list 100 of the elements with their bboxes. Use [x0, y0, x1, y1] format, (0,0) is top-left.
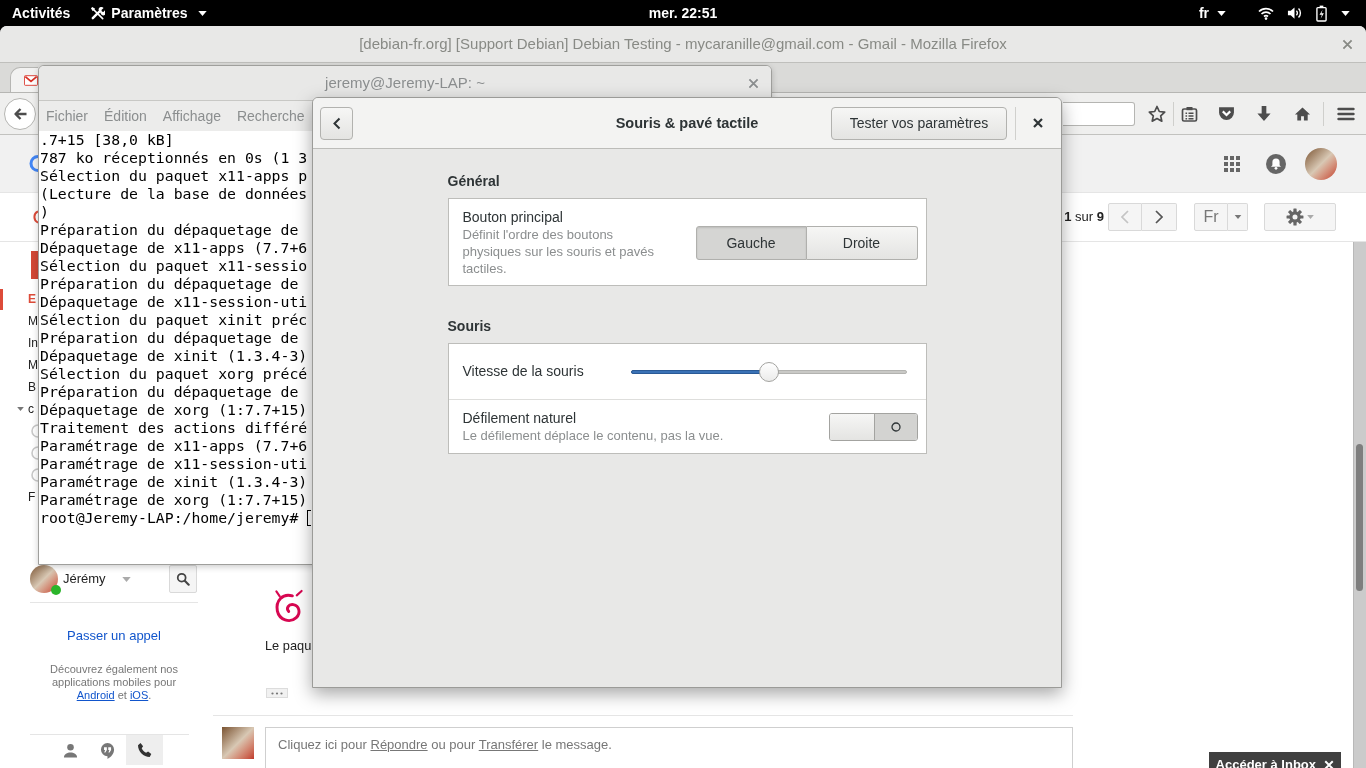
terminal-line: (Lecture de la base de données: [40, 185, 308, 203]
volume-icon: [1287, 6, 1302, 20]
chevron-right-icon: [1155, 210, 1163, 224]
star-icon: [1148, 104, 1166, 123]
download-arrow-icon: [1256, 105, 1272, 122]
terminal-line: Paramétrage de x11-session-uti: [40, 455, 308, 473]
browser-tab[interactable]: [10, 67, 38, 92]
selected-indicator: [0, 288, 3, 310]
label-item[interactable]: F: [28, 490, 36, 504]
menu-button[interactable]: [1337, 106, 1355, 121]
call-link[interactable]: Passer un appel: [67, 628, 161, 644]
close-icon: [1032, 117, 1044, 129]
back-button[interactable]: [4, 97, 36, 130]
back-arrow-icon: [12, 105, 28, 122]
apps-button[interactable]: [1224, 155, 1240, 172]
terminal-prompt: root@Jeremy-LAP:/home/jeremy#: [40, 509, 299, 527]
dropdown-button[interactable]: [1228, 203, 1248, 231]
terminal-line: Dépaquetage de x11-session-uti: [40, 293, 308, 311]
caret-icon: [121, 576, 131, 582]
phone-icon: [136, 742, 153, 758]
terminal-line: Préparation du dépaquetage de: [40, 275, 299, 293]
home-button[interactable]: [1294, 105, 1311, 122]
caret-icon: [1233, 215, 1242, 219]
toggle-button[interactable]: Gauche: [695, 226, 807, 260]
pocket-button[interactable]: [1218, 106, 1235, 121]
shield-icon: [1218, 106, 1235, 121]
terminal-line: Paramétrage de x11-apps (7.7+6: [40, 437, 308, 455]
label-item[interactable]: M: [28, 358, 38, 372]
downloads-button[interactable]: [1256, 105, 1272, 122]
terminal-line: Paramétrage de xorg (1:7.7+15): [40, 491, 308, 509]
logo-fragment-icon: [29, 155, 38, 172]
description: Le défilement déplace le contenu, pas la vue.: [462, 426, 724, 444]
terminal-line: Dépaquetage de x11-apps (7.7+6: [40, 239, 308, 257]
apps-grid-icon: [1224, 155, 1240, 172]
app-menu-button[interactable]: Paramètres: [90, 4, 207, 22]
notifications-button[interactable]: [1266, 153, 1286, 174]
chevron-left-icon: [1121, 210, 1129, 224]
address-field[interactable]: [1063, 101, 1135, 126]
dialog-title: Souris & pavé tactile: [615, 114, 759, 132]
toggle-switch[interactable]: [828, 412, 918, 441]
setting-label: Vitesse de la souris: [462, 363, 584, 380]
tools-icon: [90, 5, 106, 21]
avatar[interactable]: [1305, 147, 1337, 180]
chat-tab[interactable]: [126, 735, 163, 765]
system-menu-button[interactable]: [1258, 4, 1350, 22]
text-link[interactable]: Répondre: [370, 737, 428, 752]
search-button[interactable]: [169, 565, 197, 593]
description: Définit l'ordre des boutons physiques sur les souris et pavés tactiles.: [462, 226, 655, 277]
close-button[interactable]: [1032, 117, 1044, 129]
gear-icon: [1286, 208, 1304, 226]
reply-box[interactable]: Cliquez ici pour Répondre ou pour Transférer le message.: [265, 727, 1073, 768]
terminal-line: Préparation du dépaquetage de: [40, 383, 299, 401]
logo-fragment-icon: [31, 210, 38, 224]
text-link[interactable]: Transférer: [478, 737, 539, 752]
window-title: jeremy@Jeremy-LAP: ~: [325, 74, 485, 92]
toggle-button[interactable]: Droite: [806, 226, 918, 260]
slider-track[interactable]: [630, 361, 907, 382]
label-item[interactable]: B: [28, 380, 36, 394]
apps-note: Découvrez également nos applications mobiles pour Android et iOS.: [49, 663, 179, 702]
clock[interactable]: mer. 22:51: [648, 4, 718, 22]
text-link[interactable]: Android: [76, 689, 115, 701]
terminal-line: ): [40, 203, 49, 221]
caret-icon: [17, 407, 24, 411]
ring-icon: [890, 421, 901, 432]
avatar: [222, 727, 254, 759]
window-title: [debian-fr.org] [Support Debian] Debian Testing - mycaranille@gmail.com - Gmail - Mozilla Firefox: [359, 35, 1007, 53]
test-settings-button[interactable]: Tester vos paramètres: [831, 106, 1007, 140]
battery-icon: [1316, 4, 1327, 22]
more-dots-icon: [271, 691, 283, 695]
language-button[interactable]: Fr: [1194, 203, 1228, 231]
cursor-icon: [307, 510, 312, 526]
back-button[interactable]: [320, 106, 353, 140]
message-text: Le paqu: [265, 638, 312, 654]
section-heading: Souris: [447, 318, 493, 335]
terminal-line: Sélection du paquet xorg précé: [40, 365, 308, 383]
terminal-line: Préparation du dépaquetage de: [40, 329, 299, 347]
terminal-line: Dépaquetage de xorg (1:7.7+15): [40, 401, 308, 419]
status-menu-button[interactable]: Jérémy: [63, 571, 131, 587]
search-icon: [176, 572, 190, 586]
close-icon: [1342, 38, 1353, 50]
label-item[interactable]: M: [28, 314, 38, 328]
reading-list-button[interactable]: [1181, 105, 1198, 122]
slider-thumb[interactable]: [758, 361, 779, 382]
quote-bubble-icon: [100, 741, 115, 759]
settings-button[interactable]: [1264, 203, 1336, 231]
scrollbar-thumb[interactable]: [1356, 444, 1363, 591]
newer-button[interactable]: [1142, 203, 1177, 231]
bell-icon: [1266, 153, 1286, 174]
activities-button[interactable]: Activités: [12, 4, 71, 22]
label-item[interactable]: In: [28, 336, 38, 350]
caret-icon: [1341, 10, 1350, 16]
caret-icon: [197, 10, 207, 16]
keyboard-layout-button[interactable]: fr: [1198, 4, 1226, 22]
close-icon: [1324, 759, 1334, 768]
label-item[interactable]: E: [28, 292, 36, 306]
bookmark-button[interactable]: [1148, 104, 1166, 123]
wifi-icon: [1258, 6, 1274, 20]
terminal-line: 787 ko réceptionnés en 0s (1 3: [40, 149, 308, 167]
chevron-left-icon: [332, 116, 341, 130]
label-item[interactable]: c: [28, 402, 34, 416]
